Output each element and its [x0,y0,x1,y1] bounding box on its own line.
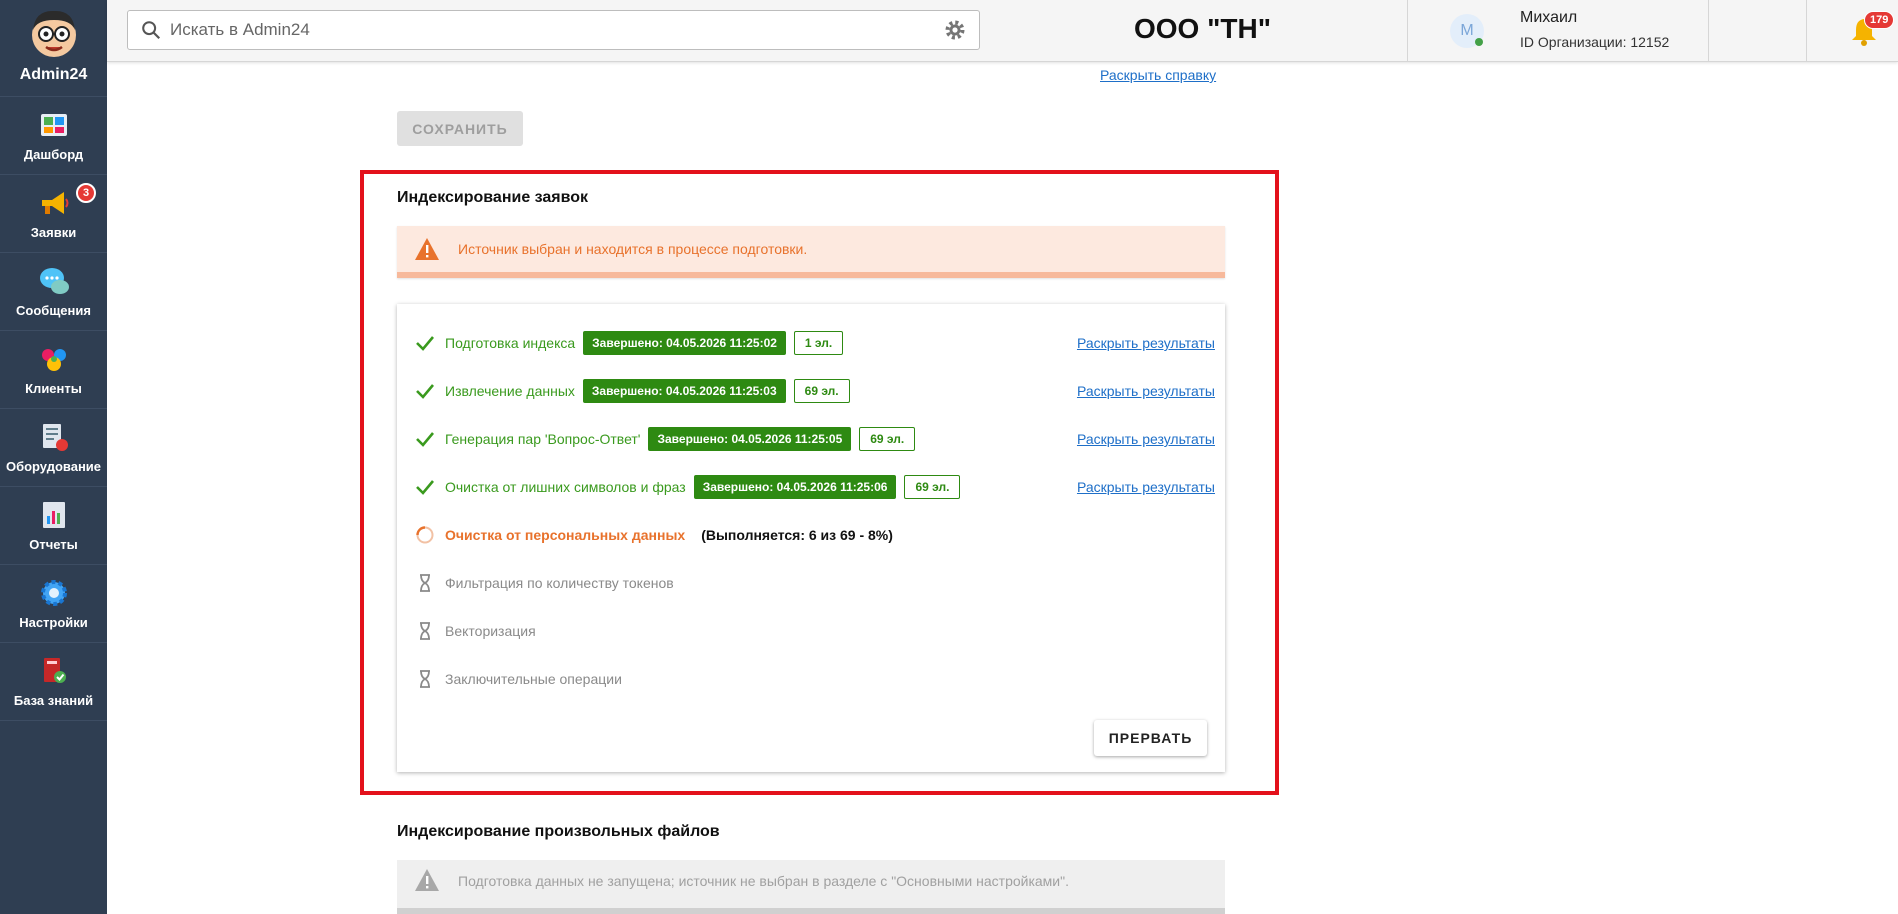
abort-button[interactable]: ПРЕРВАТЬ [1094,720,1207,756]
info-banner: Подготовка данных не запущена; источник … [397,860,1225,914]
check-icon [416,432,434,447]
chat-icon [39,268,69,294]
topbar: ООО "ТН" М Михаил ID Организации: 12152 … [107,0,1898,62]
step-count-badge: 69 эл. [793,379,850,403]
sidebar-item-equipment[interactable]: Оборудование [0,409,107,487]
hourglass-icon [420,574,430,592]
step-label: Генерация пар 'Вопрос-Ответ' [445,431,641,447]
brand-avatar-icon [31,10,76,57]
search-icon[interactable] [140,19,162,41]
check-icon [416,336,434,351]
step-status-badge: Завершено: 04.05.2026 11:25:05 [648,427,852,451]
sidebar-item-messages[interactable]: Сообщения [0,253,107,331]
expand-results-link[interactable]: Раскрыть результаты [1077,335,1215,351]
step-label: Фильтрация по количеству токенов [445,575,674,591]
check-icon [416,384,434,399]
gear-icon[interactable] [943,18,967,42]
megaphone-icon [41,192,68,214]
sidebar-item-label: Заявки [30,225,77,240]
sidebar-item-label: Клиенты [25,381,82,396]
step-status-badge: Завершено: 04.05.2026 11:25:06 [693,475,897,499]
step-row: Генерация пар 'Вопрос-Ответ' Завершено: … [415,426,1215,452]
sidebar-item-label: Сообщения [16,303,91,318]
hourglass-icon [420,670,430,688]
step-status-badge: Завершено: 04.05.2026 11:25:03 [582,379,786,403]
dashboard-icon [40,114,67,136]
header-divider [1806,0,1807,62]
step-label: Подготовка индекса [445,335,576,351]
expand-results-link[interactable]: Раскрыть результаты [1077,479,1215,495]
warning-icon [415,869,439,891]
sidebar-item-knowledge-base[interactable]: База знаний [0,643,107,721]
step-progress-text: (Выполняется: 6 из 69 - 8%) [701,527,893,543]
expand-results-link[interactable]: Раскрыть результаты [1077,431,1215,447]
knowledge-base-icon [43,658,66,683]
step-label: Извлечение данных [445,383,575,399]
save-button[interactable]: СОХРАНИТЬ [397,111,523,146]
equipment-icon [42,424,68,451]
sidebar-item-requests[interactable]: Заявки 3 [0,175,107,253]
warning-icon [415,238,439,260]
step-row: Векторизация [415,618,1215,644]
indexing-steps-card: Подготовка индекса Завершено: 04.05.2026… [397,304,1225,772]
step-label: Векторизация [445,623,536,639]
search-box [127,10,980,50]
sidebar-item-reports[interactable]: Отчеты [0,487,107,565]
sidebar-item-clients[interactable]: Клиенты [0,331,107,409]
step-label: Заключительные операции [445,671,622,687]
sidebar-item-label: Отчеты [29,537,78,552]
spinner-icon [416,526,434,544]
reports-icon [42,502,65,528]
step-row: Очистка от персональных данных (Выполняе… [415,522,1215,548]
sidebar-item-settings[interactable]: Настройки [0,565,107,643]
section-title-indexing-requests: Индексирование заявок [397,189,589,206]
sidebar: Admin24 Дашборд Заявки 3 Сообщения Клиен… [0,0,107,914]
sidebar-item-dashboard[interactable]: Дашборд [0,97,107,175]
organization-id: ID Организации: 12152 [1520,34,1670,50]
sidebar-item-label: База знаний [13,693,94,708]
step-count-badge: 1 эл. [793,331,844,355]
sidebar-item-label: Оборудование [5,459,102,474]
step-status-badge: Завершено: 04.05.2026 11:25:02 [583,331,786,355]
requests-count-badge: 3 [76,183,96,203]
step-row: Извлечение данных Завершено: 04.05.2026 … [415,378,1215,404]
step-count-badge: 69 эл. [904,475,961,499]
hourglass-icon [420,622,430,640]
step-row: Очистка от лишних символов и фраз Заверш… [415,474,1215,500]
header-divider [1407,0,1408,62]
brand[interactable]: Admin24 [0,0,107,97]
search-input[interactable] [170,20,943,40]
header-divider [1708,0,1709,62]
organization-title: ООО "ТН" [1134,13,1271,44]
step-row: Заключительные операции [415,666,1215,692]
online-status-dot [1475,38,1483,46]
step-count-badge: 69 эл. [859,427,916,451]
brand-name: Admin24 [19,66,88,83]
step-row: Подготовка индекса Завершено: 04.05.2026… [415,330,1215,356]
settings-icon [40,580,67,606]
clients-icon [41,349,66,371]
expand-help-link[interactable]: Раскрыть справку [1100,67,1216,83]
info-text: Подготовка данных не запущена; источник … [458,873,1069,889]
warning-banner: Источник выбран и находится в процессе п… [397,226,1225,278]
sidebar-item-label: Настройки [19,615,88,630]
user-name[interactable]: Михаил [1520,9,1577,27]
expand-results-link[interactable]: Раскрыть результаты [1077,383,1215,399]
section-title-indexing-files: Индексирование произвольных файлов [397,823,720,840]
check-icon [416,480,434,495]
step-label: Очистка от персональных данных [445,527,686,543]
sidebar-item-label: Дашборд [23,147,84,162]
warning-text: Источник выбран и находится в процессе п… [458,241,808,257]
step-label: Очистка от лишних символов и фраз [445,479,686,495]
step-row: Фильтрация по количеству токенов [415,570,1215,596]
notifications-badge: 179 [1864,11,1895,29]
